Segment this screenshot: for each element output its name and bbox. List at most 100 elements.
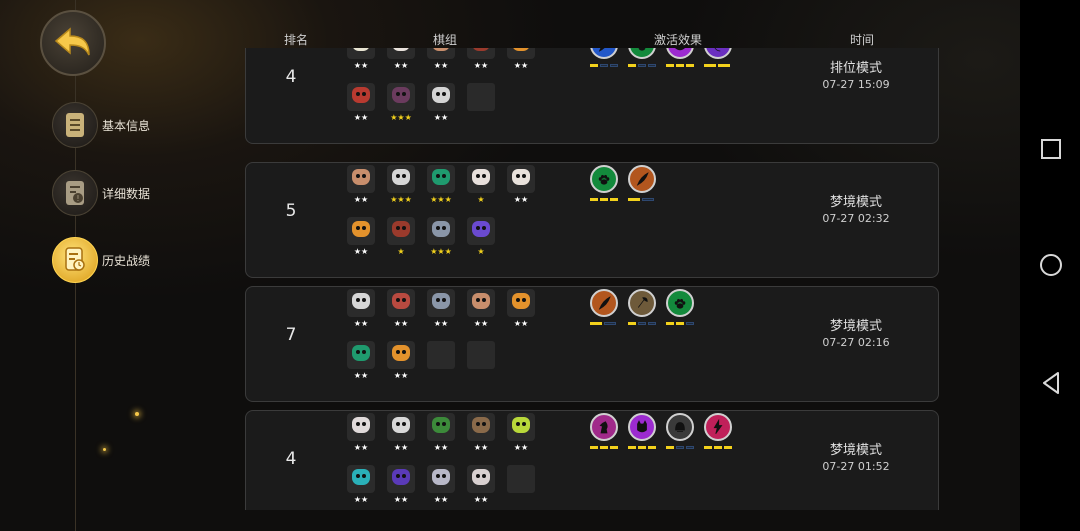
match-card[interactable]: 7 ★★ ★★ ★★ ★★ ★★ ★★ ★★ 梦境模式 07-27 02:16 (245, 286, 939, 402)
chess-piece-icon (347, 48, 375, 59)
unit-avatar[interactable]: ★★★ (386, 83, 416, 123)
empty-slot-icon (507, 465, 535, 493)
synergy-badge[interactable] (590, 48, 618, 67)
unit-avatar[interactable]: ★★ (466, 48, 496, 71)
unit-avatar[interactable]: ★★★ (386, 165, 416, 205)
back-button[interactable] (40, 10, 106, 76)
unit-star-level: ★★ (353, 371, 369, 380)
chess-piece-icon (427, 465, 455, 493)
chess-piece-icon (387, 165, 415, 193)
chess-piece-icon (467, 48, 495, 59)
unit-avatar[interactable]: ★★ (506, 165, 536, 205)
unit-avatar[interactable]: ★★★ (426, 217, 456, 257)
column-header-synergy: 激活效果 (654, 33, 703, 47)
sidebar-item-label: 详细数据 (102, 186, 151, 201)
synergy-badge[interactable] (590, 289, 618, 325)
synergy-badge[interactable] (628, 413, 656, 449)
unit-star-level: ★ (397, 247, 405, 256)
match-history-list[interactable]: 4 ★★ ★★ ★★ ★★ ★★ ★★ ★★★ ★★ 排位模式 07-27 15:09 5 ★★ ★★★ ★… (245, 48, 940, 510)
unit-avatar[interactable]: ★★ (426, 48, 456, 71)
synergy-badge[interactable] (666, 413, 694, 449)
unit-star-level: ★ (477, 195, 485, 204)
unit-avatar[interactable]: ★★ (386, 48, 416, 71)
chess-piece-icon (387, 83, 415, 111)
match-time: 07-27 02:32 (822, 212, 890, 225)
unit-avatar[interactable]: ★★ (346, 289, 376, 329)
chess-piece-icon (507, 289, 535, 317)
home-button[interactable] (1039, 253, 1063, 281)
unit-star-level: ★★ (353, 195, 369, 204)
empty-slot-icon (467, 83, 495, 111)
unit-avatar[interactable]: ★★ (346, 48, 376, 71)
unit-avatar[interactable]: ★★ (506, 413, 536, 453)
chess-piece-icon (387, 217, 415, 245)
chess-piece-icon (507, 165, 535, 193)
unit-avatar[interactable]: ★★ (466, 289, 496, 329)
synergy-badge[interactable] (628, 289, 656, 325)
unit-avatar[interactable]: ★★ (426, 413, 456, 453)
unit-avatar[interactable]: ★★ (506, 289, 536, 329)
unit-avatar[interactable]: ★★ (386, 413, 416, 453)
unit-avatar[interactable]: ★★ (386, 465, 416, 505)
paw-icon (628, 48, 656, 59)
feather-icon (590, 48, 618, 59)
synergy-badge[interactable] (590, 165, 618, 201)
chess-piece-icon (347, 165, 375, 193)
moon-icon (704, 48, 732, 59)
match-card[interactable]: 4 ★★ ★★ ★★ ★★ ★★ ★★ ★★★ ★★ 排位模式 07-27 15:09 (245, 48, 939, 144)
unit-star-level: ★★ (513, 319, 529, 328)
glow-dot (103, 448, 106, 451)
synergy-badge[interactable] (704, 413, 732, 449)
unit-star-level: ★★ (353, 443, 369, 452)
empty-slot-icon (467, 341, 495, 369)
unit-avatar[interactable]: ★★ (506, 48, 536, 71)
unit-avatar[interactable]: ★★ (386, 289, 416, 329)
unit-avatar[interactable]: ★★ (346, 217, 376, 257)
paw-icon (666, 289, 694, 317)
unit-avatar[interactable]: ★★ (346, 341, 376, 381)
unit-avatar[interactable]: ★★ (466, 413, 496, 453)
unit-avatar[interactable]: ★ (466, 217, 496, 257)
unit-avatar[interactable]: ★★ (386, 341, 416, 381)
unit-star-level: ★★ (353, 113, 369, 122)
match-card[interactable]: 5 ★★ ★★★ ★★★ ★ ★★ ★★ ★ ★★★ ★ 梦境模式 07-27 02:32 (245, 162, 939, 278)
chess-piece-icon (347, 465, 375, 493)
system-back-button[interactable] (1039, 371, 1063, 399)
unit-avatar[interactable]: ★★ (346, 465, 376, 505)
synergy-badge[interactable] (704, 48, 732, 67)
synergy-badge[interactable] (590, 413, 618, 449)
unit-avatar[interactable]: ★★ (426, 289, 456, 329)
unit-star-level: ★★ (393, 495, 409, 504)
synergy-badge[interactable] (628, 165, 656, 201)
synergy-progress (666, 64, 694, 67)
unit-avatar[interactable]: ★ (386, 217, 416, 257)
unit-star-level: ★★ (393, 319, 409, 328)
chess-piece-icon (467, 289, 495, 317)
synergy-badge[interactable] (628, 48, 656, 67)
synergy-badge[interactable] (666, 48, 694, 67)
sidebar-item-history[interactable]: 历史战绩 (52, 236, 150, 284)
unit-avatar[interactable]: ★★ (426, 465, 456, 505)
unit-avatar[interactable]: ★★ (346, 83, 376, 123)
chess-piece-icon (347, 413, 375, 441)
unit-avatar[interactable]: ★★★ (426, 165, 456, 205)
synergy-progress (590, 446, 618, 449)
unit-avatar[interactable]: ★★ (346, 165, 376, 205)
unit-avatar[interactable]: ★ (466, 165, 496, 205)
sidebar-item-basic-info[interactable]: 基本信息 (52, 101, 150, 149)
axe-icon (628, 289, 656, 317)
synergy-badge[interactable] (666, 289, 694, 325)
empty-unit-slot (466, 341, 496, 369)
chess-piece-icon (347, 217, 375, 245)
unit-avatar[interactable]: ★★ (466, 465, 496, 505)
sidebar-item-detailed-data[interactable]: ! 详细数据 (52, 169, 150, 217)
feather-icon (628, 165, 656, 193)
unit-avatar[interactable]: ★★ (346, 413, 376, 453)
unit-star-level: ★★★ (390, 195, 412, 204)
unit-avatar[interactable]: ★★ (426, 83, 456, 123)
recent-apps-button[interactable] (1039, 137, 1063, 165)
unit-star-level: ★★ (353, 61, 369, 70)
match-card[interactable]: 4 ★★ ★★ ★★ ★★ ★★ ★★ ★★ ★★ ★★ 梦境模式 07-27 01:52 (245, 410, 939, 510)
demon-icon (628, 413, 656, 441)
unit-star-level: ★★ (513, 195, 529, 204)
